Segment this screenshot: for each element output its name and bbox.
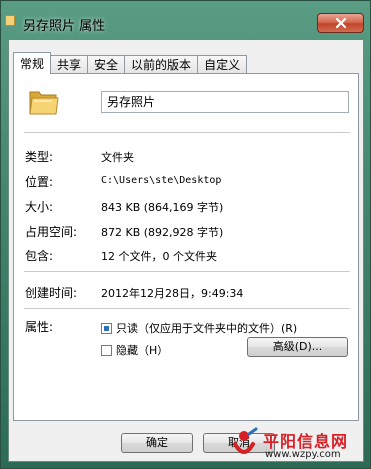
- size-label: 大小:: [25, 200, 54, 214]
- folder-icon: [29, 91, 59, 115]
- size-on-disk-value: 872 KB (892,928 字节): [101, 226, 224, 239]
- advanced-button[interactable]: 高级(D)...: [247, 337, 348, 357]
- contains-value: 12 个文件，0 个文件夹: [101, 250, 217, 263]
- window-title: 另存照片 属性: [23, 19, 106, 34]
- site-logo-icon: [233, 427, 258, 454]
- watermark-url: www.wzpy.com: [265, 449, 341, 460]
- location-value: C:\Users\ste\Desktop: [101, 175, 222, 186]
- tab-previous-versions[interactable]: 以前的版本: [124, 55, 199, 74]
- close-button[interactable]: [317, 13, 364, 33]
- type-value: 文件夹: [101, 151, 134, 164]
- readonly-label: 只读（仅应用于文件夹中的文件）(R): [116, 322, 298, 335]
- tab-security[interactable]: 安全: [87, 55, 126, 74]
- attributes-label: 属性:: [25, 320, 54, 334]
- divider: [24, 132, 350, 133]
- dialog-body: 常规 共享 安全 以前的版本 自定义 另存照片 类型: 文件夹 位置: C:\U…: [8, 39, 364, 462]
- site-watermark: 平阳信息网 www.wzpy.com: [229, 424, 364, 464]
- location-label: 位置:: [25, 175, 54, 189]
- hidden-label: 隐藏（H）: [116, 344, 169, 357]
- ok-button[interactable]: 确定: [121, 433, 193, 453]
- tab-strip: 常规 共享 安全 以前的版本 自定义: [13, 52, 248, 74]
- divider: [24, 308, 350, 309]
- created-label: 创建时间:: [25, 286, 78, 300]
- hidden-option[interactable]: 隐藏（H）: [101, 342, 168, 358]
- contains-label: 包含:: [25, 249, 54, 263]
- title-bar[interactable]: 另存照片 属性: [1, 1, 370, 35]
- created-value: 2012年12月28日，9:49:34: [101, 287, 244, 300]
- type-label: 类型:: [25, 150, 54, 164]
- close-icon: [335, 17, 346, 29]
- general-tab-panel: 另存照片 类型: 文件夹 位置: C:\Users\ste\Desktop 大小…: [13, 73, 359, 421]
- tab-sharing[interactable]: 共享: [50, 55, 89, 74]
- tab-general[interactable]: 常规: [13, 52, 52, 74]
- folder-icon: [5, 15, 15, 26]
- size-value: 843 KB (864,169 字节): [101, 201, 224, 214]
- folder-name-input[interactable]: 另存照片: [101, 91, 349, 113]
- properties-window: 另存照片 属性 常规 共享 安全 以前的版本 自定义 另存照片 类型: 文件夹: [0, 0, 371, 469]
- readonly-checkbox[interactable]: [101, 322, 112, 334]
- size-on-disk-label: 占用空间:: [25, 225, 78, 239]
- readonly-option[interactable]: 只读（仅应用于文件夹中的文件）(R): [101, 320, 297, 336]
- tab-customize[interactable]: 自定义: [197, 55, 248, 74]
- divider: [24, 271, 350, 272]
- hidden-checkbox[interactable]: [101, 344, 112, 356]
